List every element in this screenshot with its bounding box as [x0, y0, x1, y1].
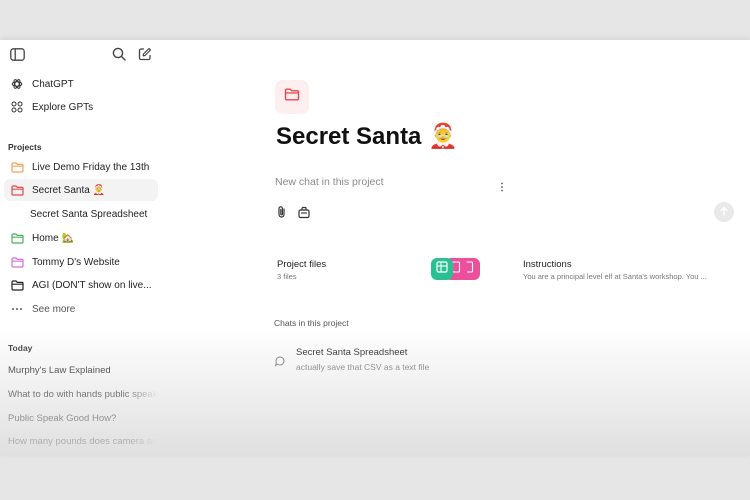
app-window: ChatGPT Explore GPTs Projects Live Demo …: [0, 40, 750, 456]
tools-icon[interactable]: [297, 205, 311, 219]
folder-icon: [10, 160, 24, 174]
history-chat-item[interactable]: How many pounds does camera add: [8, 436, 158, 447]
project-chat-title: Secret Santa Spreadsheet: [296, 347, 408, 358]
sidebar-project-secret-santa[interactable]: Secret Santa 🤶: [4, 179, 158, 201]
see-more-label: See more: [32, 303, 76, 315]
folder-icon: [10, 231, 24, 245]
grid-icon: [10, 100, 24, 114]
more-options-icon[interactable]: [499, 179, 505, 192]
see-more-button[interactable]: See more: [4, 298, 158, 320]
project-chat-snippet: actually save that CSV as a text file: [296, 362, 430, 372]
send-button[interactable]: [714, 202, 734, 222]
project-title: Secret Santa 🤶: [276, 123, 458, 150]
history-chat-item[interactable]: Public Speak Good How?: [8, 413, 158, 424]
project-chat-row[interactable]: Secret Santa Spreadsheet actually save t…: [272, 344, 572, 376]
project-files-count: 3 files: [277, 272, 297, 281]
history-chat-item[interactable]: What to do with hands public speaking: [8, 389, 158, 400]
sidebar-toggle-icon[interactable]: [8, 45, 26, 63]
sidebar-project-live-demo[interactable]: Live Demo Friday the 13th: [4, 156, 158, 178]
instructions-preview: You are a principal level elf at Santa's…: [523, 272, 707, 281]
chats-in-project-heading: Chats in this project: [274, 318, 349, 328]
instructions-label[interactable]: Instructions: [523, 259, 572, 270]
sidebar-item-label: Explore GPTs: [32, 101, 94, 113]
sidebar-item-label: Home 🏡: [32, 232, 74, 244]
project-files-label[interactable]: Project files: [277, 259, 326, 270]
history-chat-item[interactable]: Murphy's Law Explained: [8, 365, 158, 376]
spreadsheet-icon: [436, 260, 448, 278]
folder-icon: [284, 88, 300, 106]
file-chip-1[interactable]: [431, 258, 453, 280]
folder-icon: [10, 278, 24, 292]
today-heading: Today: [8, 343, 33, 353]
search-icon[interactable]: [110, 45, 128, 63]
sidebar-item-chatgpt[interactable]: ChatGPT: [4, 73, 158, 95]
sidebar-item-label: Secret Santa Spreadsheet: [30, 208, 148, 220]
sidebar-item-explore-gpts[interactable]: Explore GPTs: [4, 96, 158, 118]
sidebar-project-home[interactable]: Home 🏡: [4, 227, 158, 249]
sidebar-project-tommy-website[interactable]: Tommy D's Website: [4, 251, 158, 273]
new-chat-icon[interactable]: [136, 45, 154, 63]
sidebar: ChatGPT Explore GPTs Projects Live Demo …: [0, 40, 162, 456]
sidebar-item-label: AGI (DON'T show on live...: [32, 279, 152, 291]
project-main: Secret Santa 🤶 New chat in this project …: [162, 40, 750, 456]
sidebar-project-agi[interactable]: AGI (DON'T show on live...: [4, 274, 158, 296]
sidebar-item-label: Tommy D's Website: [32, 256, 120, 268]
arrow-up-icon: [719, 203, 729, 221]
sidebar-item-label: Secret Santa 🤶: [32, 184, 106, 196]
attach-icon[interactable]: [275, 205, 289, 219]
sidebar-item-label: Live Demo Friday the 13th: [32, 161, 150, 173]
sidebar-item-label: ChatGPT: [32, 78, 74, 90]
project-folder-tile: [275, 80, 309, 114]
folder-icon: [10, 183, 24, 197]
folder-icon: [10, 255, 24, 269]
ellipsis-icon: [10, 302, 24, 316]
chat-bubble-icon: [274, 354, 286, 367]
openai-icon: [10, 77, 24, 91]
new-chat-input[interactable]: New chat in this project: [275, 176, 384, 188]
projects-heading: Projects: [8, 142, 42, 152]
sidebar-subitem-secret-santa-spreadsheet[interactable]: Secret Santa Spreadsheet: [24, 203, 158, 225]
